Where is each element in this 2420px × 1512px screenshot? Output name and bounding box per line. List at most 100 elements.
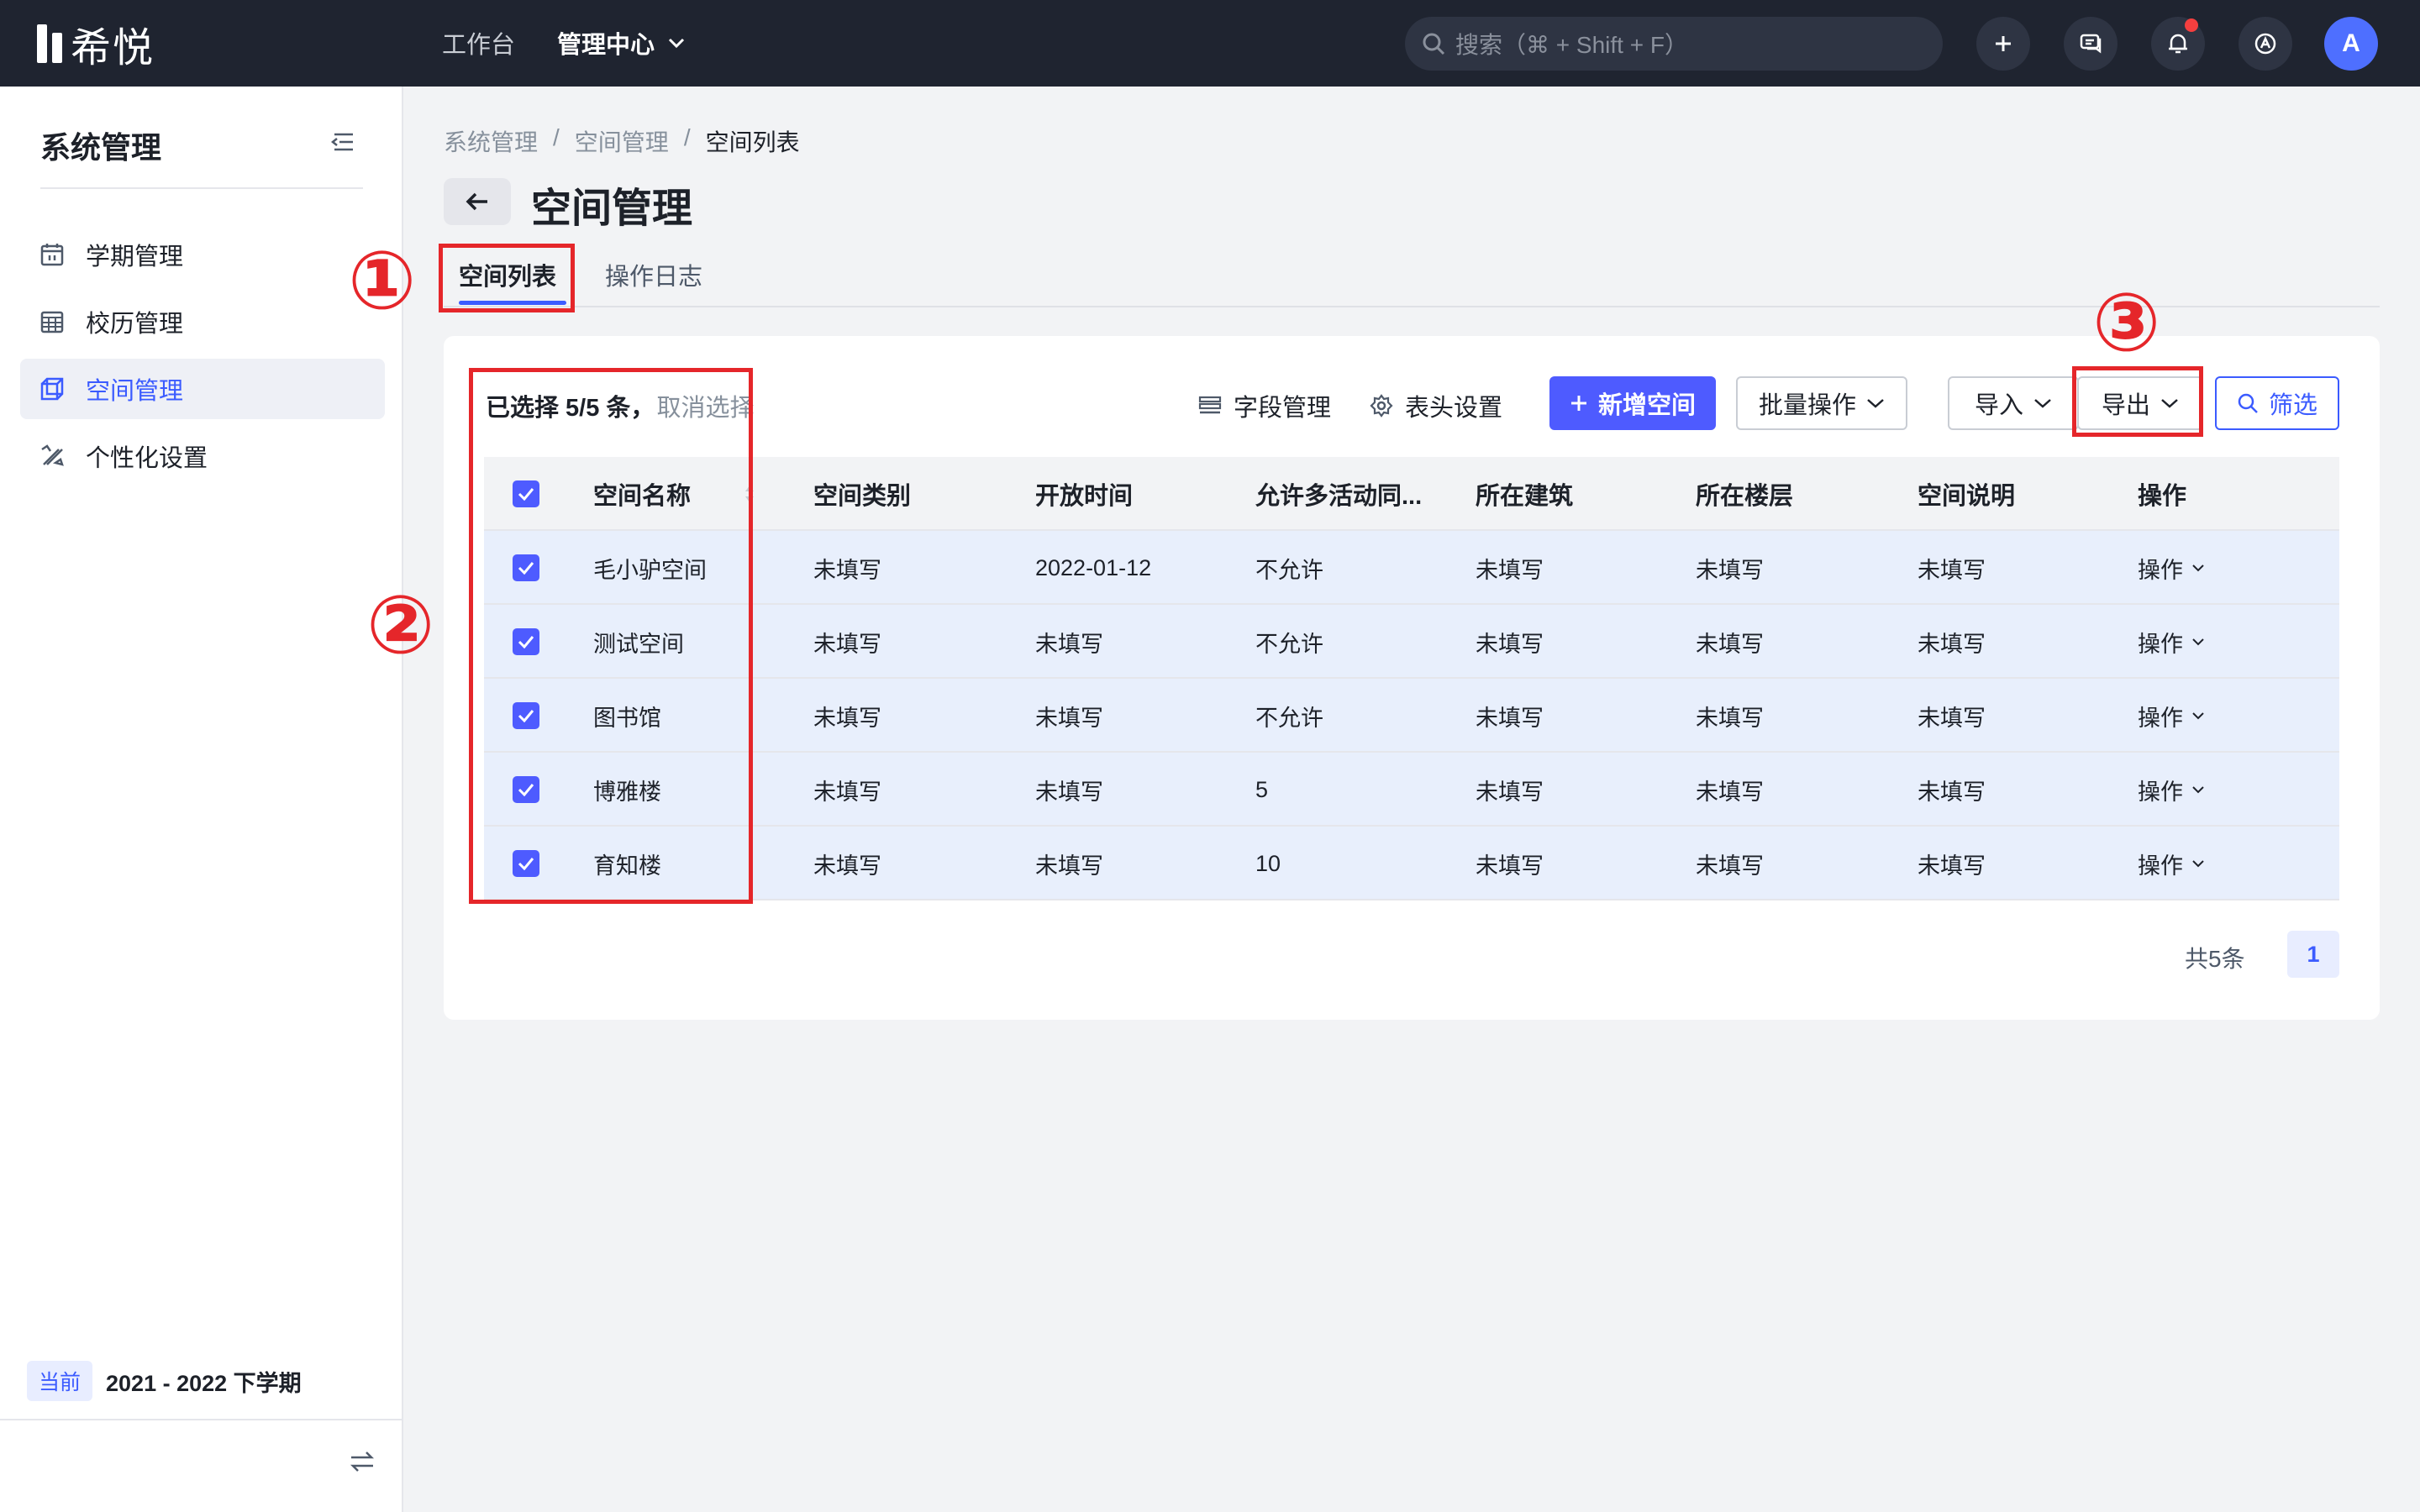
space-table: 空间名称 空间类别 开放时间 允许多活动同... 所在建筑 所在楼层 空间说明 … (484, 457, 2339, 900)
column-header: 操作 (2138, 483, 2187, 510)
cell-open-time: 未填写 (1035, 853, 1103, 879)
table-row[interactable]: 育知楼 未填写 未填写 10 未填写 未填写 未填写 操作 (484, 827, 2339, 900)
arrow-left-icon (466, 192, 487, 211)
table-row[interactable]: 博雅楼 未填写 未填写 5 未填写 未填写 未填写 操作 (484, 753, 2339, 827)
chevron-down-icon (668, 38, 685, 49)
cell-floor: 未填写 (1696, 557, 1764, 583)
pagination-page-1[interactable]: 1 (2287, 931, 2339, 978)
add-space-button[interactable]: 新增空间 (1549, 376, 1716, 430)
row-action-dropdown[interactable]: 操作 (2138, 753, 2205, 827)
sidebar-title: 系统管理 (40, 130, 162, 165)
row-action-dropdown[interactable]: 操作 (2138, 531, 2205, 605)
cell-description: 未填写 (1918, 557, 1986, 583)
column-header[interactable]: 所在建筑 (1476, 457, 1573, 531)
collapse-sidebar-icon[interactable] (329, 130, 356, 154)
import-dropdown[interactable]: 导入 (1948, 376, 2079, 430)
header-settings-button[interactable]: 表头设置 (1370, 388, 1502, 423)
cell-building: 未填写 (1476, 705, 1544, 731)
switch-term-icon[interactable] (348, 1450, 376, 1473)
batch-ops-dropdown[interactable]: 批量操作 (1736, 376, 1907, 430)
column-header[interactable]: 空间说明 (1918, 457, 2015, 531)
table-header-row: 空间名称 空间类别 开放时间 允许多活动同... 所在建筑 所在楼层 空间说明 … (484, 457, 2339, 531)
filter-button[interactable]: 筛选 (2215, 376, 2339, 430)
import-label: 导入 (1974, 392, 2023, 419)
messages-button[interactable] (2064, 17, 2118, 71)
back-button[interactable] (444, 178, 511, 225)
notifications-button[interactable] (2151, 17, 2205, 71)
current-term: 当前 2021 - 2022 下学期 (27, 1361, 302, 1401)
cell-description: 未填写 (1918, 631, 1986, 657)
row-action-dropdown[interactable]: 操作 (2138, 605, 2205, 679)
table-row[interactable]: 图书馆 未填写 未填写 不允许 未填写 未填写 未填写 操作 (484, 679, 2339, 753)
create-button[interactable] (1976, 17, 2030, 71)
row-action-label: 操作 (2138, 853, 2183, 879)
row-action-label: 操作 (2138, 557, 2183, 583)
top-bar: 希悦 工作台 管理中心 搜索（⌘ + Shift + F） A (0, 0, 2420, 87)
column-header[interactable]: 允许多活动同... (1255, 457, 1422, 531)
plus-icon (1996, 36, 2011, 51)
message-icon (2080, 34, 2102, 54)
global-search-input[interactable]: 搜索（⌘ + Shift + F） (1405, 17, 1943, 71)
sidebar-item-label: 个性化设置 (86, 445, 208, 472)
add-space-label: 新增空间 (1597, 392, 1696, 419)
cell-space-type: 未填写 (813, 779, 881, 805)
table-row[interactable]: 测试空间 未填写 未填写 不允许 未填写 未填写 未填写 操作 (484, 605, 2339, 679)
field-manage-label: 字段管理 (1234, 395, 1332, 422)
column-header[interactable]: 所在楼层 (1696, 457, 1793, 531)
bell-icon (2169, 34, 2187, 54)
cell-space-type: 未填写 (813, 631, 881, 657)
breadcrumb: 系统管理 / 空间管理 / 空间列表 (444, 124, 800, 158)
sidebar-item-personalize[interactable]: 个性化设置 (20, 426, 385, 486)
term-tag: 当前 (27, 1361, 93, 1401)
sidebar-footer-divider (0, 1419, 403, 1420)
search-icon (2238, 393, 2258, 413)
sidebar-item-space[interactable]: 空间管理 (20, 359, 385, 419)
search-placeholder: 搜索（⌘ + Shift + F） (1455, 32, 1688, 58)
nav-admin-center[interactable]: 管理中心 (557, 25, 685, 60)
cell-open-time: 2022-01-12 (1035, 554, 1152, 580)
term-label: 2021 - 2022 下学期 (106, 1370, 302, 1396)
cell-building: 未填写 (1476, 631, 1544, 657)
cell-description: 未填写 (1918, 705, 1986, 731)
page-title: 空间管理 (531, 186, 693, 231)
sidebar-menu: 学期管理 校历管理 空间管理 个性化设置 (20, 224, 385, 493)
cell-multi-activity: 不允许 (1255, 705, 1323, 731)
brand-name: 希悦 (71, 26, 155, 71)
cell-open-time: 未填写 (1035, 705, 1103, 731)
chevron-down-icon (1867, 399, 1884, 408)
search-icon (1423, 33, 1445, 55)
sidebar-item-term[interactable]: 学期管理 (20, 224, 385, 285)
row-action-dropdown[interactable]: 操作 (2138, 679, 2205, 753)
column-header[interactable]: 空间类别 (813, 457, 911, 531)
sidebar-item-label: 学期管理 (86, 244, 184, 270)
sidebar-item-calendar[interactable]: 校历管理 (20, 291, 385, 352)
column-header[interactable]: 开放时间 (1035, 457, 1133, 531)
calendar-grid-icon (40, 311, 64, 333)
chevron-down-icon (2192, 860, 2204, 868)
row-action-dropdown[interactable]: 操作 (2138, 827, 2205, 900)
brand-logo[interactable]: 希悦 (37, 20, 155, 71)
breadcrumb-item[interactable]: 空间管理 (575, 124, 669, 158)
cell-open-time: 未填写 (1035, 779, 1103, 805)
breadcrumb-item[interactable]: 系统管理 (444, 124, 538, 158)
annotation-number-2: ② (366, 578, 435, 672)
cell-floor: 未填写 (1696, 779, 1764, 805)
nav-workbench[interactable]: 工作台 (442, 25, 515, 60)
cell-floor: 未填写 (1696, 705, 1764, 731)
apps-button[interactable] (2238, 17, 2292, 71)
annotation-box-export (2072, 366, 2203, 437)
filter-label: 筛选 (2268, 392, 2317, 419)
row-action-label: 操作 (2138, 631, 2183, 657)
tab-operation-log[interactable]: 操作日志 (605, 257, 702, 292)
header-settings-label: 表头设置 (1405, 395, 1503, 422)
user-avatar[interactable]: A (2324, 17, 2378, 71)
cell-multi-activity: 5 (1255, 776, 1269, 802)
cell-space-type: 未填写 (813, 557, 881, 583)
batch-ops-label: 批量操作 (1758, 392, 1856, 419)
sidebar: 系统管理 学期管理 校历管理 空间管理 个性化设置 (0, 87, 403, 1512)
field-manage-button[interactable]: 字段管理 (1198, 388, 1331, 423)
chevron-down-icon (2192, 564, 2204, 572)
cell-building: 未填写 (1476, 779, 1544, 805)
table-row[interactable]: 毛小驴空间 未填写 2022-01-12 不允许 未填写 未填写 未填写 操作 (484, 531, 2339, 605)
cell-description: 未填写 (1918, 779, 1986, 805)
